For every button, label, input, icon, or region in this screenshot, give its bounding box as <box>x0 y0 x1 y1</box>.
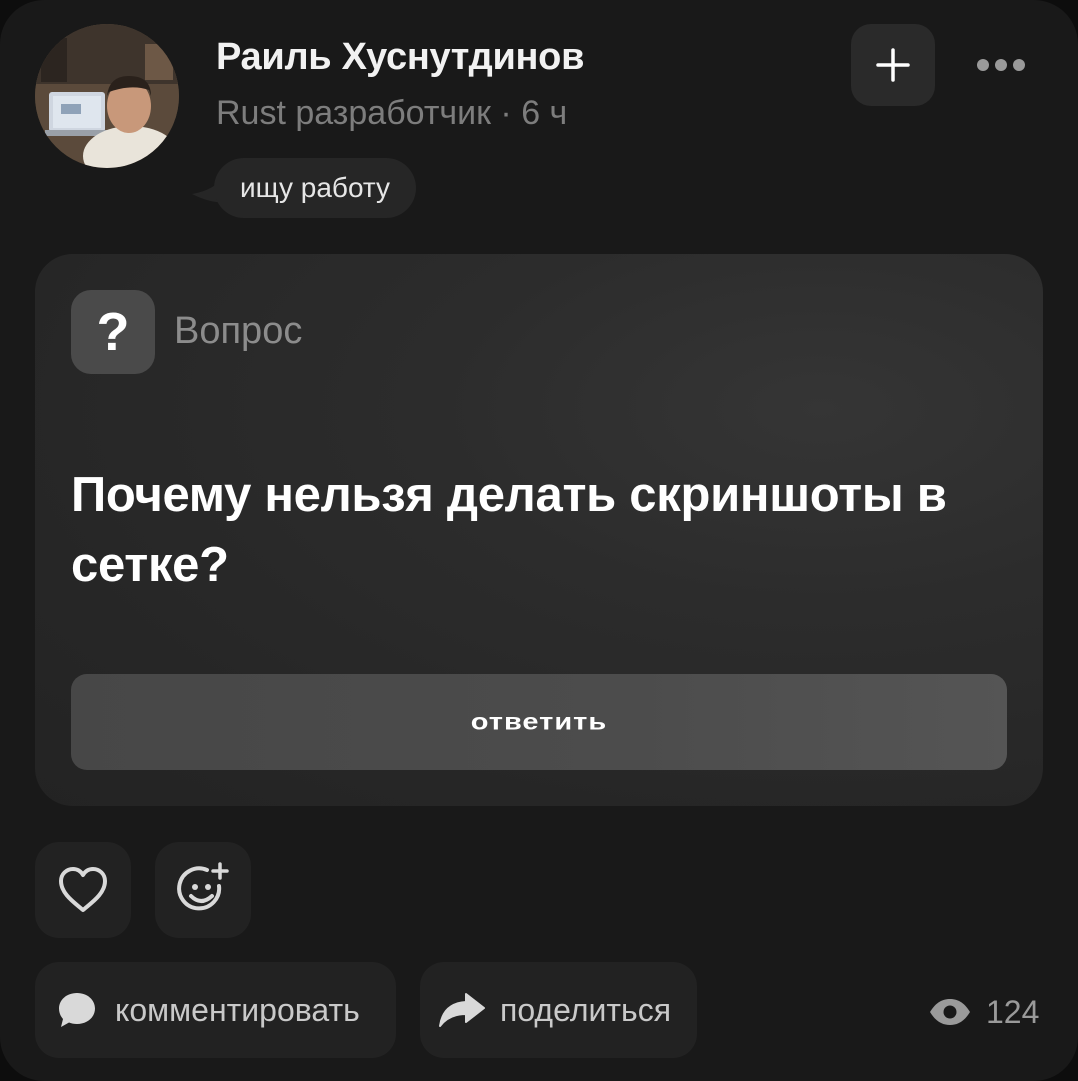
question-card: ? Вопрос Почему нельзя делать скриншоты … <box>35 254 1043 806</box>
author-meta: Rust разработчик · 6 ч <box>216 94 568 132</box>
add-button[interactable] <box>851 24 935 106</box>
share-label: поделиться <box>500 991 672 1028</box>
share-icon <box>439 993 485 1027</box>
post-card: Раиль Хуснутдинов Rust разработчик · 6 ч… <box>0 0 1078 1081</box>
views-count: 124 <box>986 993 1040 1030</box>
heart-icon <box>59 867 107 912</box>
views-counter: 124 <box>928 990 1039 1034</box>
more-button[interactable] <box>968 40 1034 90</box>
author-name[interactable]: Раиль Хуснутдинов <box>216 36 584 79</box>
like-button[interactable] <box>35 842 131 938</box>
eye-icon <box>930 999 970 1025</box>
more-dots-icon <box>977 59 1025 71</box>
share-button[interactable]: поделиться <box>420 962 697 1058</box>
question-icon: ? <box>71 290 155 374</box>
question-mark-icon: ? <box>96 302 130 362</box>
question-label: Вопрос <box>174 310 303 352</box>
avatar[interactable] <box>35 24 179 168</box>
answer-button[interactable]: ответить <box>71 674 1007 770</box>
comment-label: комментировать <box>115 991 360 1028</box>
answer-label: ответить <box>470 708 608 735</box>
status-text: ищу работу <box>214 158 417 218</box>
avatar-photo <box>35 24 179 168</box>
plus-icon <box>876 48 910 82</box>
add-reaction-icon <box>177 862 229 911</box>
add-reaction-button[interactable] <box>155 842 251 938</box>
question-title: Почему нельзя делать скриншоты в сетке? <box>71 468 947 592</box>
comment-button[interactable]: комментировать <box>35 962 396 1058</box>
comment-icon <box>59 993 95 1027</box>
